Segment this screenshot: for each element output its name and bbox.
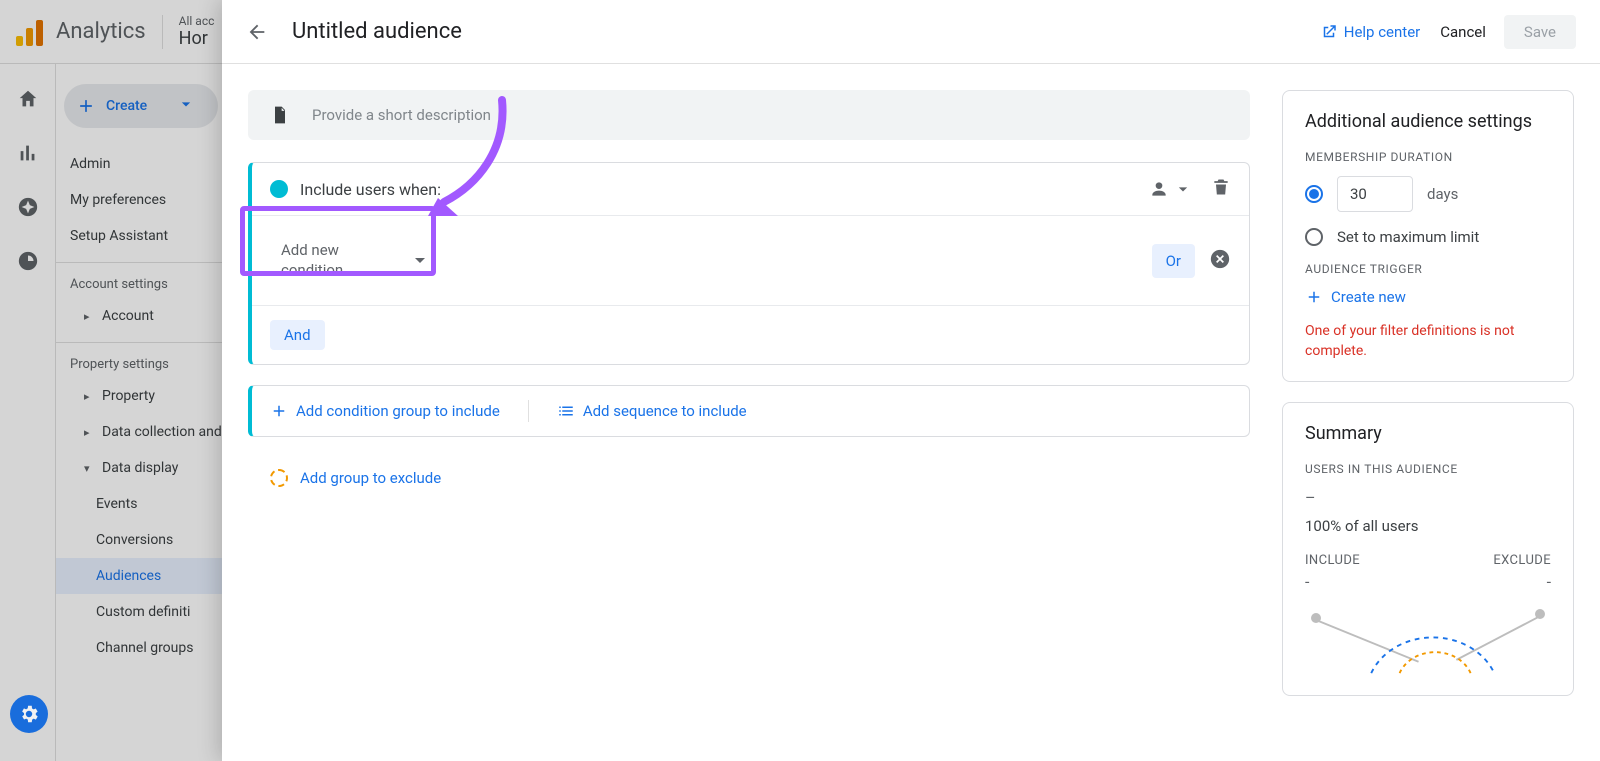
page-title[interactable]: Untitled audience xyxy=(292,19,462,44)
cancel-button[interactable]: Cancel xyxy=(1440,23,1486,41)
users-in-audience-label: USERS IN THIS AUDIENCE xyxy=(1305,462,1551,476)
explore-icon[interactable] xyxy=(17,196,39,222)
duration-days-radio[interactable] xyxy=(1305,185,1323,203)
summary-chart xyxy=(1305,605,1551,675)
chevron-down-icon xyxy=(176,94,206,118)
add-exclude-group-link[interactable]: Add group to exclude xyxy=(300,469,441,487)
scope-selector[interactable] xyxy=(1149,179,1193,199)
help-center-link[interactable]: Help center xyxy=(1320,23,1420,41)
plus-icon xyxy=(270,402,288,420)
sidenav-account[interactable]: ▸Account xyxy=(56,298,226,334)
analytics-logo xyxy=(16,18,44,46)
document-icon xyxy=(270,105,290,125)
close-circle-icon xyxy=(1209,248,1231,270)
remove-condition-button[interactable] xyxy=(1209,248,1231,274)
home-icon[interactable] xyxy=(17,88,39,114)
create-new-trigger-link[interactable]: Create new xyxy=(1305,288,1551,306)
users-in-audience-value: – xyxy=(1305,488,1551,507)
sequence-icon xyxy=(557,402,575,420)
days-label: days xyxy=(1427,185,1458,203)
property-settings-section: Property settings xyxy=(56,342,226,378)
description-placeholder: Provide a short description xyxy=(312,106,491,124)
create-button[interactable]: Create xyxy=(64,84,218,128)
save-button: Save xyxy=(1504,15,1576,49)
sidenav-channel-groups[interactable]: Channel groups xyxy=(56,630,226,666)
property-name: Hor xyxy=(179,28,215,50)
sidenav-events[interactable]: Events xyxy=(56,486,226,522)
exclude-dot-icon xyxy=(270,469,288,487)
exclude-metric-value: - xyxy=(1547,572,1551,591)
include-metric-label: INCLUDE xyxy=(1305,553,1360,568)
sidenav-data-display[interactable]: ▾Data display xyxy=(56,450,226,486)
membership-duration-label: MEMBERSHIP DURATION xyxy=(1305,150,1551,164)
sidenav-my-preferences[interactable]: My preferences xyxy=(56,182,226,218)
account-settings-section: Account settings xyxy=(56,262,226,298)
sidenav-property[interactable]: ▸Property xyxy=(56,378,226,414)
exclude-metric-label: EXCLUDE xyxy=(1493,553,1551,568)
ads-icon[interactable] xyxy=(17,250,39,276)
summary-title: Summary xyxy=(1305,423,1551,444)
add-condition-group-link[interactable]: Add condition group to include xyxy=(270,402,500,420)
admin-gear-button[interactable] xyxy=(10,695,48,733)
trash-icon xyxy=(1211,177,1231,197)
settings-title: Additional audience settings xyxy=(1305,111,1551,132)
or-button[interactable]: Or xyxy=(1152,244,1195,278)
reports-icon[interactable] xyxy=(17,142,39,168)
open-in-new-icon xyxy=(1320,23,1338,41)
duration-input[interactable]: 30 xyxy=(1337,176,1413,212)
add-new-condition-dropdown[interactable]: Add new condition xyxy=(270,232,436,289)
filter-error-message: One of your filter definitions is not co… xyxy=(1305,322,1551,361)
account-breadcrumb: All acc xyxy=(179,14,215,28)
max-limit-label: Set to maximum limit xyxy=(1337,228,1479,246)
delete-group-button[interactable] xyxy=(1211,177,1231,201)
users-pct: 100% of all users xyxy=(1305,517,1551,535)
back-button[interactable] xyxy=(246,21,268,43)
person-icon xyxy=(1149,179,1169,199)
product-name: Analytics xyxy=(56,19,146,44)
and-button[interactable]: And xyxy=(270,320,325,350)
plus-icon xyxy=(1305,288,1323,306)
sidenav-data-collection[interactable]: ▸Data collection and xyxy=(56,414,226,450)
chevron-down-icon xyxy=(1173,179,1193,199)
include-label: Include users when: xyxy=(300,180,441,199)
max-limit-radio[interactable] xyxy=(1305,228,1323,246)
sidenav-conversions[interactable]: Conversions xyxy=(56,522,226,558)
audience-trigger-label: AUDIENCE TRIGGER xyxy=(1305,262,1551,276)
sidenav-custom-definitions[interactable]: Custom definiti xyxy=(56,594,226,630)
description-input[interactable]: Provide a short description xyxy=(248,90,1250,140)
add-sequence-link[interactable]: Add sequence to include xyxy=(557,402,747,420)
caret-down-icon xyxy=(415,258,425,263)
sidenav-setup-assistant[interactable]: Setup Assistant xyxy=(56,218,226,254)
sidenav-admin[interactable]: Admin xyxy=(56,146,226,182)
sidenav-audiences[interactable]: Audiences xyxy=(56,558,226,594)
include-dot-icon xyxy=(270,180,288,198)
include-metric-value: - xyxy=(1305,572,1309,591)
